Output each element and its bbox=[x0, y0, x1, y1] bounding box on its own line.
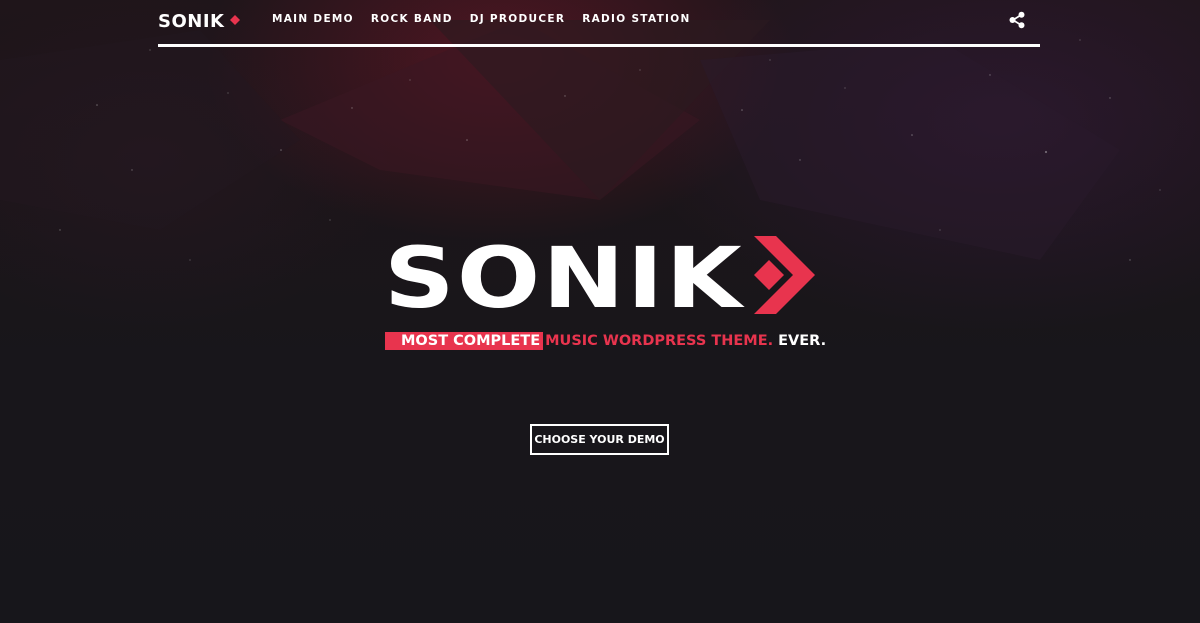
top-navigation: SONIK MAIN DEMO ROCK BAND DJ PRODUCER RA… bbox=[158, 0, 1040, 47]
tagline: MOST COMPLETE MUSIC WORDPRESS THEME. EVE… bbox=[385, 332, 826, 350]
tagline-white-text: EVER. bbox=[778, 333, 827, 349]
nav-item-radio-station[interactable]: RADIO STATION bbox=[582, 13, 690, 25]
nav-item-rock-band[interactable]: ROCK BAND bbox=[371, 13, 453, 25]
nav-item-dj-producer[interactable]: DJ PRODUCER bbox=[470, 13, 566, 25]
svg-text:SONIK: SONIK bbox=[384, 236, 745, 314]
hero-logo: SONIK bbox=[384, 236, 815, 314]
tagline-red-text: MUSIC WORDPRESS THEME. bbox=[545, 333, 774, 349]
nav-item-main-demo[interactable]: MAIN DEMO bbox=[272, 13, 354, 25]
page: SONIK MAIN DEMO ROCK BAND DJ PRODUCER RA… bbox=[0, 0, 1200, 623]
tagline-highlight: MOST COMPLETE bbox=[385, 332, 544, 350]
sonik-logo[interactable]: SONIK bbox=[158, 9, 242, 31]
share-icon[interactable] bbox=[1008, 11, 1026, 29]
choose-demo-button[interactable]: CHOOSE YOUR DEMO bbox=[530, 424, 669, 455]
svg-text:SONIK: SONIK bbox=[158, 11, 225, 31]
nav-menu: MAIN DEMO ROCK BAND DJ PRODUCER RADIO ST… bbox=[272, 13, 691, 25]
